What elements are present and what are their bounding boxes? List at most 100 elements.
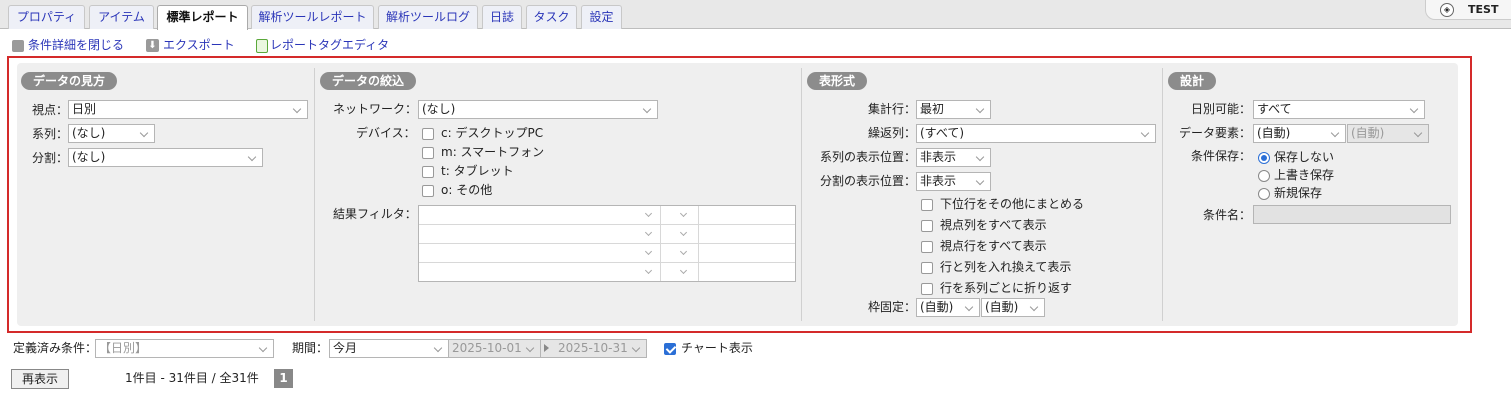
device-option-smartphone: m: スマートフォン [441,145,545,159]
environment-badge: ◈ TEST [1425,0,1511,20]
series-label: 系列： [32,127,69,141]
device-checkbox-desktop[interactable] [422,128,434,140]
redisplay-button[interactable]: 再表示 [11,369,69,389]
tab-settings[interactable]: 設定 [581,5,622,29]
tab-properties[interactable]: プロパティ [8,5,85,29]
network-select[interactable]: (なし) [418,100,658,119]
daily-select[interactable]: すべて [1253,100,1425,119]
option-checkbox-transpose[interactable] [921,262,933,274]
data-element-label: データ要素： [1179,126,1252,140]
data-element-select[interactable]: (自動) [1253,124,1346,143]
option-transpose: 行と列を入れ換えて表示 [940,260,1072,274]
split-position-label: 分割の表示位置： [820,174,917,188]
device-option-other: o: その他 [441,183,493,197]
chart-display-label: チャート表示 [681,341,753,355]
save-option-none: 保存しない [1274,150,1335,164]
chart-display-checkbox[interactable] [664,343,676,355]
design-section-title: 設計 [1168,72,1217,90]
design-section: 設計 日別可能： すべて データ要素： (自動) (自動) 条件保存： 保存しな… [1163,63,1458,326]
result-filter-grid[interactable] [418,205,796,282]
result-range-text: 1件目 - 31件目 / 全31件 [125,371,259,385]
freeze-select-2[interactable]: (自動) [981,298,1045,317]
date-to: 2025-10-31 [558,341,628,355]
filter-section-title: データの絞込 [320,72,417,90]
device-label: デバイス： [356,126,416,140]
close-conditions-label: 条件詳細を閉じる [28,38,125,52]
viewpoint-select[interactable]: 日別 [68,100,308,119]
save-radio-none[interactable] [1258,152,1270,164]
table-section: 表形式 集計行： 最初 繰返列： (すべて) 系列の表示位置： 非表示 分割の表… [802,63,1162,326]
defined-conditions-label: 定義済み条件： [13,341,98,355]
tab-standard-report[interactable]: 標準レポート [157,5,248,30]
page-number-current[interactable]: 1 [274,369,293,388]
close-conditions-link[interactable]: 条件詳細を閉じる [12,37,124,54]
environment-label: TEST [1468,3,1499,16]
daily-label: 日別可能： [1191,102,1252,116]
device-checkbox-tablet[interactable] [422,166,434,178]
option-checkbox-show-viewpoint-cols[interactable] [921,220,933,232]
collapse-icon [12,39,24,52]
option-collapse-lower: 下位行をその他にまとめる [940,197,1085,211]
viewpoint-label: 視点： [32,103,69,117]
tag-editor-icon [256,38,268,53]
view-section: データの見方 視点： 日別 系列： (なし) 分割： (なし) [17,63,314,326]
device-checkbox-other[interactable] [422,185,434,197]
series-position-select[interactable]: 非表示 [916,148,991,167]
series-position-label: 系列の表示位置： [820,150,917,164]
split-label: 分割： [32,151,69,165]
tab-analysis-log[interactable]: 解析ツールログ [378,5,478,29]
split-select[interactable]: (なし) [68,148,263,167]
save-option-overwrite: 上書き保存 [1274,168,1335,182]
export-label: エクスポート [163,38,235,52]
toolbar: 条件詳細を閉じる ⬇ エクスポート レポートタグエディタ [0,37,600,55]
total-row-select[interactable]: 最初 [916,100,991,119]
save-radio-overwrite[interactable] [1258,170,1270,182]
option-wrap-by-series: 行を系列ごとに折り返す [940,281,1073,295]
option-checkbox-wrap-by-series[interactable] [921,283,933,295]
conditions-panel: データの見方 視点： 日別 系列： (なし) 分割： (なし) データの絞込 ネ… [17,63,1458,326]
arrow-right-icon [541,339,555,358]
option-checkbox-show-viewpoint-rows[interactable] [921,241,933,253]
freeze-label: 枠固定： [868,300,917,314]
condition-save-label: 条件保存： [1191,149,1252,163]
data-element-select-2: (自動) [1347,124,1429,143]
date-from-field: 2025-10-01 [449,339,541,358]
device-checkbox-smartphone[interactable] [422,147,434,159]
globe-icon: ◈ [1440,3,1454,17]
tag-editor-link[interactable]: レポートタグエディタ [256,37,389,54]
device-option-tablet: t: タブレット [441,164,514,178]
freeze-select-1[interactable]: (自動) [916,298,980,317]
defined-conditions-select[interactable]: 【日別】 [95,339,274,358]
device-option-desktop: c: デスクトップPC [441,126,544,140]
split-position-select[interactable]: 非表示 [916,172,991,191]
network-label: ネットワーク： [333,102,418,116]
tab-bar: プロパティ アイテム 標準レポート 解析ツールレポート 解析ツールログ 日誌 タ… [0,0,1511,30]
conditions-frame: データの見方 視点： 日別 系列： (なし) 分割： (なし) データの絞込 ネ… [7,56,1472,333]
tab-analysis-report[interactable]: 解析ツールレポート [251,5,374,29]
period-label: 期間： [292,341,329,355]
tag-editor-label: レポートタグエディタ [270,38,390,52]
tab-journal[interactable]: 日誌 [482,5,522,29]
save-option-new: 新規保存 [1274,186,1323,200]
repeat-col-label: 繰返列： [868,126,917,140]
table-section-title: 表形式 [807,72,868,90]
repeat-col-select[interactable]: (すべて) [916,124,1156,143]
option-show-viewpoint-cols: 視点列をすべて表示 [940,218,1047,232]
download-icon: ⬇ [146,39,159,52]
result-filter-label: 結果フィルタ： [333,207,417,221]
total-row-label: 集計行： [868,102,917,116]
export-link[interactable]: ⬇ エクスポート [146,37,235,54]
tab-items[interactable]: アイテム [89,5,154,29]
condition-name-input [1253,205,1451,224]
view-section-title: データの見方 [21,72,118,90]
filter-section: データの絞込 ネットワーク： (なし) デバイス： c: デスクトップPC m:… [315,63,801,326]
series-select[interactable]: (なし) [68,124,155,143]
period-select[interactable]: 今月 [329,339,449,358]
option-checkbox-collapse-lower[interactable] [921,199,933,211]
save-radio-new[interactable] [1258,188,1270,200]
date-to-field: 2025-10-31 [555,339,647,358]
date-from: 2025-10-01 [452,341,522,355]
condition-name-label: 条件名： [1203,208,1252,222]
option-show-viewpoint-rows: 視点行をすべて表示 [940,239,1047,253]
tab-tasks[interactable]: タスク [526,5,577,29]
